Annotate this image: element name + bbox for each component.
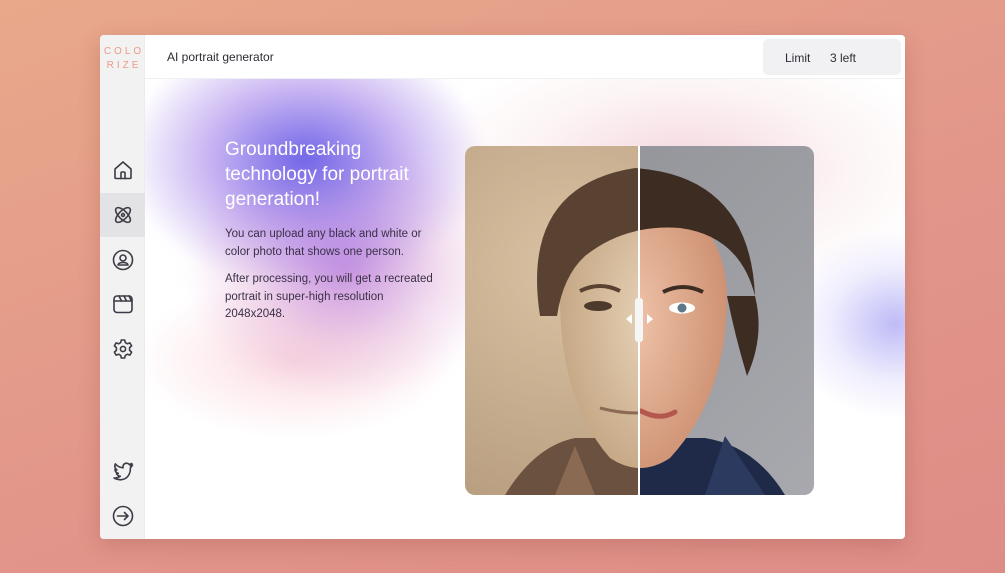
twitter-icon — [112, 462, 133, 481]
user-circle-icon — [112, 249, 133, 271]
limit-label: Limit — [785, 51, 811, 65]
sidebar-item-generator[interactable] — [100, 193, 145, 237]
gear-icon — [113, 339, 132, 359]
app-window: COLO RIZE AI portrait generator Limit 3 … — [100, 35, 905, 539]
sidebar-item-twitter[interactable] — [100, 449, 145, 493]
sidebar-item-profile[interactable] — [100, 238, 145, 282]
hero-text: Groundbreaking technology for portrait g… — [225, 137, 445, 324]
arrow-right-icon — [647, 314, 653, 324]
clapper-icon — [112, 295, 133, 314]
logo: COLO RIZE — [100, 45, 145, 73]
hero-paragraph-upload: You can upload any black and white or co… — [225, 228, 422, 258]
sidebar-item-home[interactable] — [100, 148, 145, 192]
atom-icon — [114, 206, 131, 224]
limit-badge: Limit 3 left — [763, 39, 901, 75]
home-icon — [113, 161, 132, 180]
logout-button[interactable] — [100, 494, 145, 538]
logo-line-1: COLO — [103, 46, 145, 57]
sidebar: COLO RIZE — [100, 35, 145, 539]
main-content: Groundbreaking technology for portrait g… — [145, 79, 905, 539]
page-title: AI portrait generator — [167, 50, 274, 64]
sidebar-item-settings[interactable] — [100, 327, 145, 371]
top-bar: AI portrait generator Limit 3 left — [145, 35, 905, 79]
hero-headline: Groundbreaking technology for portrait g… — [225, 139, 409, 210]
arrow-left-icon — [626, 314, 632, 324]
limit-value: 3 left — [830, 51, 857, 65]
logo-line-2: RIZE — [106, 60, 142, 71]
comparison-slider-handle[interactable] — [635, 298, 643, 342]
before-after-comparison[interactable] — [465, 146, 814, 495]
hero-paragraph-result: After processing, you will get a recreat… — [225, 273, 433, 320]
logout-icon — [112, 505, 133, 527]
sidebar-item-gallery[interactable] — [100, 282, 145, 326]
